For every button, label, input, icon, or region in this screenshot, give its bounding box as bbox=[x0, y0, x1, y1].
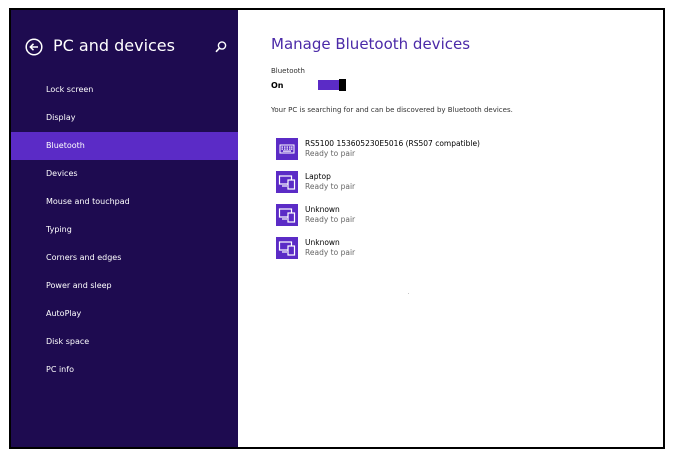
sidebar-item-pc-info[interactable]: PC info bbox=[11, 356, 238, 384]
sidebar-item-mouse-and-touchpad[interactable]: Mouse and touchpad bbox=[11, 188, 238, 216]
devices-icon bbox=[276, 171, 298, 193]
sidebar-item-display[interactable]: Display bbox=[11, 104, 238, 132]
bluetooth-label: Bluetooth bbox=[271, 67, 305, 75]
sidebar-item-bluetooth[interactable]: Bluetooth bbox=[11, 132, 238, 160]
back-arrow-icon[interactable] bbox=[25, 38, 43, 56]
sidebar-nav: Lock screen Display Bluetooth Devices Mo… bbox=[11, 76, 238, 384]
search-icon[interactable] bbox=[214, 39, 228, 53]
toggle-thumb bbox=[339, 79, 346, 91]
bluetooth-toggle[interactable] bbox=[318, 79, 346, 91]
decorative-dot bbox=[408, 293, 409, 294]
device-name: Laptop bbox=[305, 172, 331, 181]
sidebar-title: PC and devices bbox=[53, 36, 175, 55]
sidebar-item-corners-and-edges[interactable]: Corners and edges bbox=[11, 244, 238, 272]
page-title: Manage Bluetooth devices bbox=[271, 35, 471, 53]
sidebar-item-disk-space[interactable]: Disk space bbox=[11, 328, 238, 356]
main-panel: Manage Bluetooth devices Bluetooth On Yo… bbox=[238, 10, 663, 447]
sidebar-header: PC and devices bbox=[25, 36, 228, 58]
keyboard-icon bbox=[276, 138, 298, 160]
sidebar: PC and devices Lock screen Display Bluet… bbox=[11, 10, 238, 447]
devices-icon bbox=[276, 204, 298, 226]
sidebar-item-devices[interactable]: Devices bbox=[11, 160, 238, 188]
sidebar-item-power-and-sleep[interactable]: Power and sleep bbox=[11, 272, 238, 300]
sidebar-item-lock-screen[interactable]: Lock screen bbox=[11, 76, 238, 104]
settings-window: PC and devices Lock screen Display Bluet… bbox=[9, 8, 665, 449]
device-status: Ready to pair bbox=[305, 248, 356, 257]
device-name: RS5100 153605230E5016 (RS507 compatible) bbox=[305, 139, 480, 148]
device-name: Unknown bbox=[305, 238, 340, 247]
sidebar-item-typing[interactable]: Typing bbox=[11, 216, 238, 244]
discovery-status-text: Your PC is searching for and can be disc… bbox=[271, 106, 513, 114]
device-status: Ready to pair bbox=[305, 182, 356, 191]
device-status: Ready to pair bbox=[305, 215, 356, 224]
devices-icon bbox=[276, 237, 298, 259]
device-status: Ready to pair bbox=[305, 149, 356, 158]
sidebar-item-autoplay[interactable]: AutoPlay bbox=[11, 300, 238, 328]
bluetooth-state: On bbox=[271, 81, 284, 90]
device-name: Unknown bbox=[305, 205, 340, 214]
